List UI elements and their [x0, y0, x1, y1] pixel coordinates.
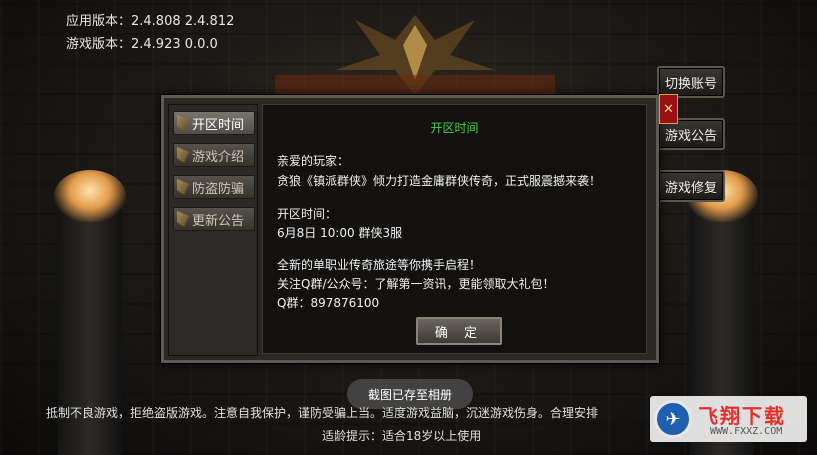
notice-line: 关注Q群/公众号：了解第一资讯，更能领取大礼包！: [277, 277, 555, 291]
health-notice: 抵制不良游戏，拒绝盗版游戏。注意自我保护，谨防受骗上当。适度游戏益脑，沉迷游戏伤…: [46, 406, 599, 420]
tab-emblem-icon: [177, 115, 189, 131]
notice-line: 亲爱的玩家：: [277, 154, 350, 168]
tab-label: 开区时间: [191, 117, 244, 133]
notice-content: 开区时间 亲爱的玩家： 贪狼《镇派群侠》倾力打造金庸群侠传奇，正式服震撼来袭！ …: [262, 104, 647, 354]
tab-list: 开区时间 游戏介绍 防盗防骗 更新公告: [168, 104, 258, 356]
close-icon[interactable]: ✕: [659, 94, 678, 124]
tab-emblem-icon: [177, 211, 189, 227]
game-repair-button[interactable]: 游戏修复: [657, 170, 725, 202]
tab-update-notice[interactable]: 更新公告: [173, 207, 255, 231]
left-lamp-icon: [54, 170, 126, 222]
notice-line: 开区时间：: [277, 207, 338, 221]
tab-label: 游戏介绍: [191, 149, 244, 165]
server-notice-dialog: 开区时间 游戏介绍 防盗防骗 更新公告 开区时间 亲爱的玩家： 贪狼《镇派群侠》…: [161, 95, 659, 363]
tab-label: 防盗防骗: [191, 181, 244, 197]
notice-line: 贪狼《镇派群侠》倾力打造金庸群侠传奇，正式服震撼来袭！: [277, 174, 602, 188]
bird-logo-icon: ✈: [654, 400, 692, 438]
content-title: 开区时间: [430, 121, 479, 135]
app-version: 应用版本：2.4.808 2.4.812: [66, 14, 235, 29]
tab-anti-fraud[interactable]: 防盗防骗: [173, 175, 255, 199]
tab-emblem-icon: [177, 147, 189, 163]
age-rating: 适龄提示：适合18岁以上使用: [322, 429, 482, 443]
tab-server-open-time[interactable]: 开区时间: [173, 111, 255, 135]
tab-emblem-icon: [177, 179, 189, 195]
tab-label: 更新公告: [191, 213, 244, 229]
notice-line: 6月8日 10:00 群侠3服: [277, 226, 403, 240]
notice-line: Q群：897876100: [277, 296, 380, 310]
confirm-button[interactable]: 确 定: [416, 317, 502, 345]
game-logo-art: [275, 15, 555, 97]
notice-line: 全新的单职业传奇旅途等你携手启程！: [277, 258, 482, 272]
watermark-title: 飞翔下载: [698, 404, 786, 428]
watermark-url: WWW.FXXZ.COM: [710, 426, 783, 437]
tab-game-intro[interactable]: 游戏介绍: [173, 143, 255, 167]
game-version: 游戏版本：2.4.923 0.0.0: [66, 37, 218, 52]
watermark: ✈ 飞翔下载 WWW.FXXZ.COM: [650, 396, 807, 442]
